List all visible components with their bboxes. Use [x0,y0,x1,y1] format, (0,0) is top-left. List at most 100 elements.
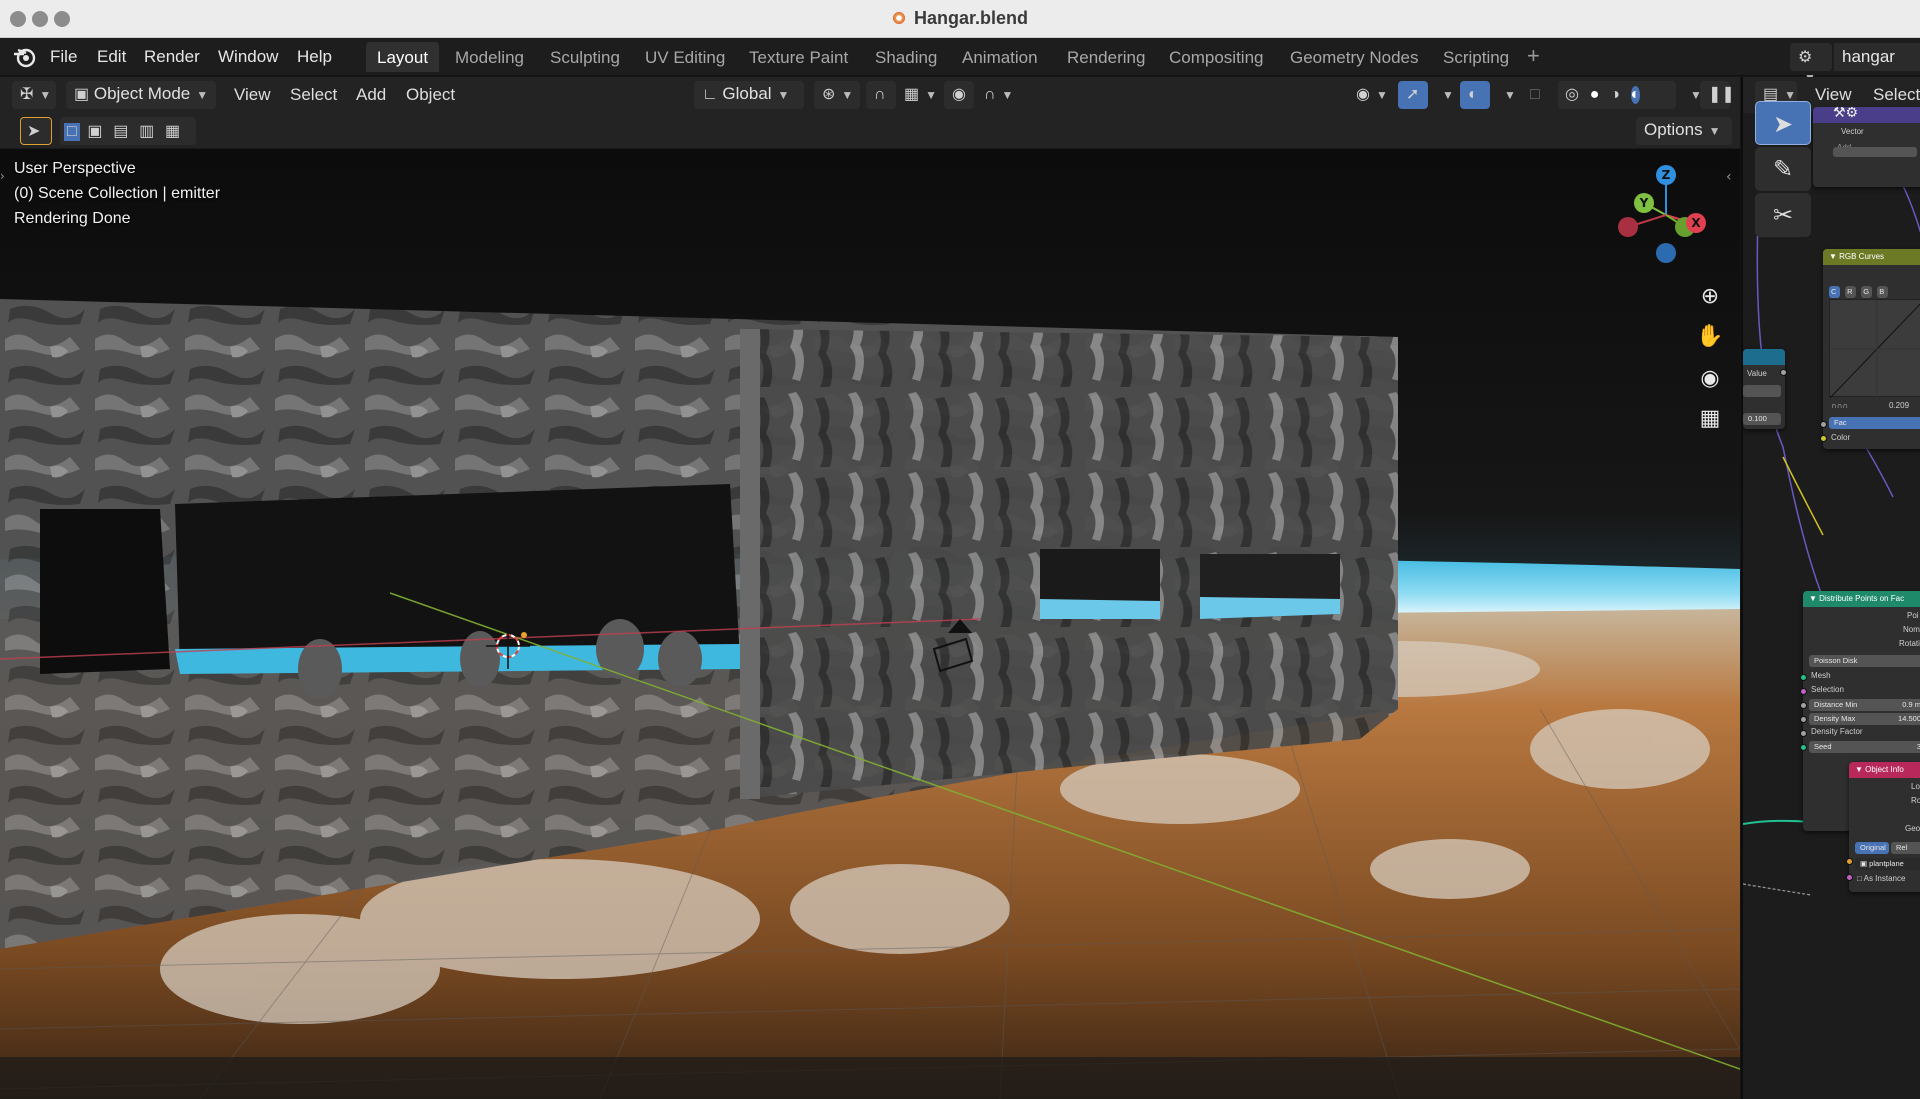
tab-texture-paint[interactable]: Texture Paint [738,42,859,72]
wireframe-shading-icon[interactable]: ◎ [1565,84,1579,104]
selection-socket[interactable] [1800,688,1807,695]
density-max-socket[interactable] [1800,716,1807,723]
color-socket[interactable] [1820,435,1827,442]
menu-help[interactable]: Help [297,47,332,67]
tab-scripting[interactable]: Scripting [1432,42,1520,72]
value-socket[interactable] [1780,369,1787,376]
channel-g[interactable]: G [1861,286,1873,298]
tab-animation[interactable]: Animation [951,42,1049,72]
pan-hand-icon[interactable]: ✋ [1692,319,1728,355]
tab-modeling[interactable]: Modeling [444,42,535,72]
overlays-toggle[interactable]: ◐ [1460,81,1490,109]
select-tool-button[interactable]: ➤ [1755,101,1811,145]
tab-uv-editing[interactable]: UV Editing [634,42,736,72]
relative-toggle[interactable]: Rel [1891,842,1920,854]
plus-icon[interactable]: + [1527,43,1540,69]
density-max-field[interactable]: Density Max 14.500 [1809,713,1920,725]
channel-c[interactable]: C [1829,286,1840,298]
object-info-node[interactable]: ▼ Object Info Lo Ro Geo Original Rel ▣ p… [1849,762,1920,892]
original-toggle[interactable]: Original [1855,842,1889,854]
value-dropdown[interactable] [1743,385,1781,397]
tab-layout[interactable]: Layout [366,42,440,72]
menu-file[interactable]: File [50,47,77,67]
fac-slider[interactable]: Fac [1829,417,1920,429]
as-instance-socket[interactable] [1846,874,1853,881]
menu-window[interactable]: Window [218,47,278,67]
overlays-dropdown[interactable]: ▼ [1490,81,1516,109]
pause-render-button[interactable]: ❚❚ [1700,81,1735,109]
camera-view-icon[interactable]: ◉ [1692,361,1728,397]
gizmo-y-axis[interactable]: Y [1634,193,1654,213]
blender-logo-icon[interactable] [12,45,38,69]
distance-min-field[interactable]: Distance Min 0.9 m [1809,699,1920,711]
menu-render[interactable]: Render [144,47,200,67]
gizmo-z-axis[interactable]: Z [1656,165,1676,185]
curve-graph[interactable] [1829,299,1920,399]
object-field[interactable]: ▣ plantplane [1855,858,1920,870]
menu-add[interactable]: Add [356,85,386,105]
seed-field[interactable]: Seed3 [1809,741,1920,753]
gizmo-dropdown[interactable]: ▼ [1428,81,1454,109]
object-socket[interactable] [1846,858,1853,865]
options-dropdown[interactable]: Options ▼ [1636,117,1732,145]
proportional-edit-toggle[interactable]: ◉ [944,81,974,109]
editor-type-button[interactable]: ✠ ▼ [12,81,56,109]
node-wrench-icon[interactable]: ⚒⚙ [1833,105,1893,125]
distance-min-socket[interactable] [1800,702,1807,709]
gizmo-toggle[interactable]: ➚ [1398,81,1428,109]
menu-view[interactable]: View [234,85,271,105]
scene-selector-button[interactable]: ⚙▼ [1790,43,1832,85]
snap-toggle[interactable]: ∩ [866,81,896,109]
operation-dropdown[interactable] [1833,147,1917,157]
as-instance-checkbox[interactable]: □ As Instance [1857,874,1905,883]
sidebar-expand-icon[interactable]: ‹ [1726,169,1732,185]
solid-shading-icon[interactable]: ● [1590,86,1600,104]
3d-viewport[interactable]: User Perspective (0) Scene Collection | … [0,149,1740,1099]
material-shading-icon[interactable]: ◑ [1610,86,1620,104]
menu-select[interactable]: Select [290,85,337,105]
select-new-icon[interactable]: □ [64,123,80,141]
navigation-gizmo[interactable]: Z Y X [1610,157,1710,267]
curve-tool-icons[interactable]: ∩∩∩ [1831,401,1848,410]
pivot-point-dropdown[interactable]: ⊛ ▼ [814,81,860,109]
visibility-dropdown[interactable]: ◉ ▼ [1348,81,1390,109]
rendered-shading-icon[interactable]: ◐ [1630,86,1641,104]
value-field[interactable]: 0.100 [1743,413,1781,425]
tab-sculpting[interactable]: Sculpting [539,42,631,72]
gizmo-x-axis[interactable]: X [1686,213,1706,233]
select-intersect-icon[interactable]: ▦ [162,121,183,141]
tab-geometry-nodes[interactable]: Geometry Nodes [1279,42,1430,72]
density-factor-socket[interactable] [1800,730,1807,737]
node-editor-panel[interactable]: ▤▼ View Select Vector Add ➤ ✎ ✂ ⚒⚙ ▼ RGB… [1741,77,1920,1099]
cut-links-tool-button[interactable]: ✂ [1755,193,1811,237]
tab-compositing[interactable]: Compositing [1158,42,1275,72]
menu-edit[interactable]: Edit [97,47,126,67]
select-invert-icon[interactable]: ▥ [136,121,157,141]
pause-icon: ❚❚ [1708,86,1735,103]
value-node[interactable]: Value 0.100 [1743,349,1785,429]
rgb-curves-node[interactable]: ▼ RGB Curves C R G B ∩∩∩ 0.209 Fac Color [1823,249,1920,449]
distribute-method-dropdown[interactable]: Poisson Disk [1809,655,1920,667]
perspective-grid-icon[interactable]: ▦ [1692,401,1728,437]
fac-socket[interactable] [1820,421,1827,428]
tab-shading[interactable]: Shading [864,42,948,72]
scene-name-field[interactable]: hangar [1834,43,1920,71]
select-tool-button[interactable]: ➤ [20,117,52,145]
select-subtract-icon[interactable]: ▤ [110,121,131,141]
channel-b[interactable]: B [1877,286,1889,298]
falloff-dropdown[interactable]: ∩ ▼ [976,81,1016,109]
channel-r[interactable]: R [1845,286,1857,298]
toolbar-expand-icon[interactable]: › [0,169,5,183]
seed-socket[interactable] [1800,744,1807,751]
menu-object[interactable]: Object [406,85,455,105]
transform-orientation-dropdown[interactable]: ∟ Global ▼ [694,81,804,109]
xray-toggle[interactable]: □ [1522,81,1552,109]
snap-target-dropdown[interactable]: ▦ ▼ [896,81,938,109]
zoom-icon[interactable]: ⊕ [1692,279,1728,315]
tab-rendering[interactable]: Rendering [1056,42,1156,72]
shading-dropdown[interactable]: ▼ [1676,81,1702,109]
object-mode-dropdown[interactable]: ▣ Object Mode ▼ [66,81,216,109]
select-extend-icon[interactable]: ▣ [84,121,105,141]
annotate-tool-button[interactable]: ✎ [1755,147,1811,191]
mesh-socket[interactable] [1800,674,1807,681]
